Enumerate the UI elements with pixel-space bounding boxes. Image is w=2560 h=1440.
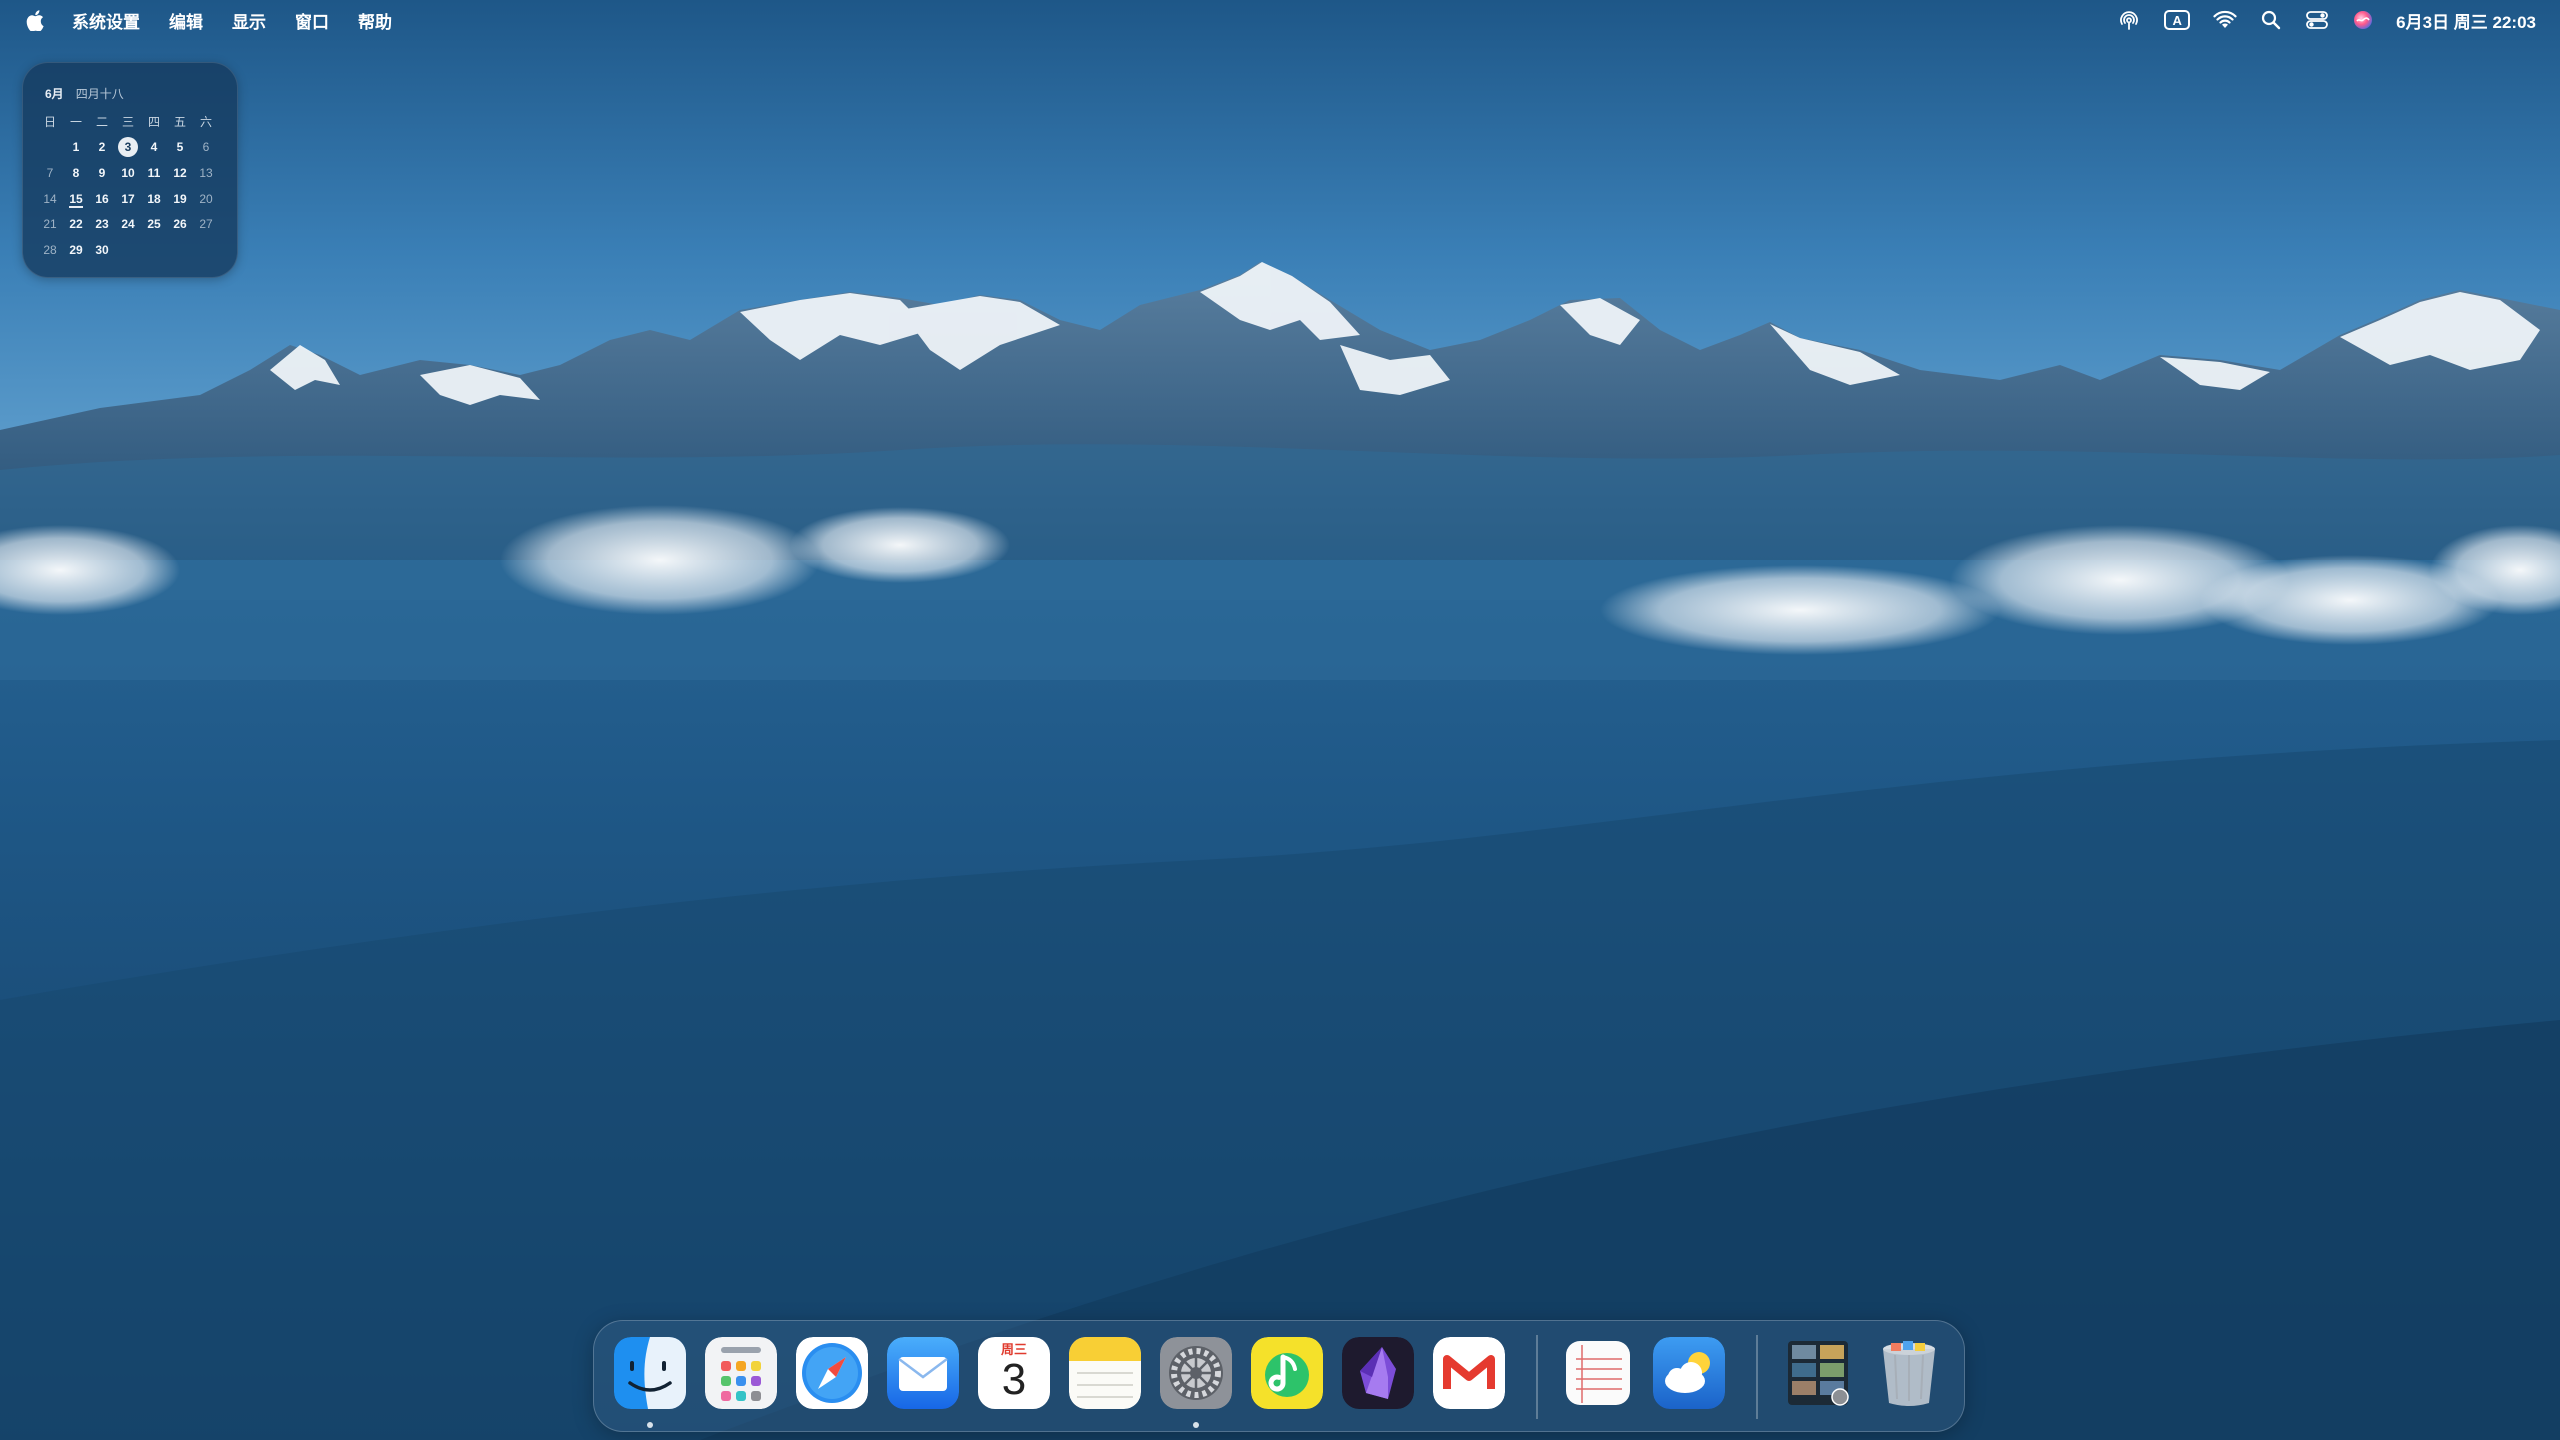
calendar-weekday-row: 日 一 二 三 四 五 六 bbox=[37, 109, 227, 135]
calendar-week-row: 1 2 3 4 5 6 bbox=[37, 135, 227, 161]
wifi-icon[interactable] bbox=[2212, 7, 2238, 33]
mail-icon[interactable] bbox=[887, 1337, 959, 1409]
dock-separator bbox=[1536, 1335, 1538, 1419]
airdrop-icon[interactable] bbox=[2116, 7, 2142, 33]
calendar-week-row: 28 29 30 bbox=[37, 237, 227, 263]
calendar-day-marked: 15 bbox=[63, 191, 89, 208]
menu-window[interactable]: 窗口 bbox=[295, 8, 329, 33]
calendar-day: 18 bbox=[147, 191, 161, 206]
input-method-label: A bbox=[2164, 10, 2191, 30]
calendar-day: 6 bbox=[202, 140, 210, 155]
calendar-day: 4 bbox=[150, 140, 158, 155]
calendar-day: 1 bbox=[72, 140, 80, 155]
control-center-icon[interactable] bbox=[2304, 7, 2330, 33]
input-method-icon[interactable]: A bbox=[2162, 7, 2192, 33]
calendar-day: 7 bbox=[46, 165, 54, 180]
qq-music-icon[interactable] bbox=[1251, 1337, 1323, 1409]
calendar-week-row: 14 15 16 17 18 19 20 bbox=[37, 186, 227, 212]
launchpad-icon[interactable] bbox=[705, 1337, 777, 1409]
calendar-grid: 日 一 二 三 四 五 六 1 2 3 4 5 6 7 8 9 10 11 12… bbox=[37, 109, 227, 263]
running-indicator bbox=[647, 1422, 653, 1428]
calendar-day: 22 bbox=[69, 217, 83, 232]
calendar-icon-day: 3 bbox=[1001, 1355, 1027, 1404]
trash-icon[interactable] bbox=[1873, 1337, 1945, 1409]
menu-help[interactable]: 帮助 bbox=[358, 8, 392, 33]
calendar-day: 27 bbox=[199, 217, 213, 232]
calendar-widget[interactable]: 6月 四月十八 日 一 二 三 四 五 六 1 2 3 4 5 6 7 8 9 … bbox=[22, 62, 238, 278]
calendar-day: 9 bbox=[98, 165, 106, 180]
menubar-clock[interactable]: 6月3日 周三 22:03 bbox=[2396, 8, 2536, 33]
weather-icon[interactable] bbox=[1653, 1337, 1725, 1409]
calendar-day: 29 bbox=[69, 242, 83, 257]
obsidian-icon[interactable] bbox=[1342, 1337, 1414, 1409]
weekday-label: 四 bbox=[147, 115, 160, 130]
running-indicator bbox=[1193, 1422, 1199, 1428]
calendar-day-today: 3 bbox=[115, 137, 141, 158]
calendar-day: 17 bbox=[121, 191, 135, 206]
calendar-day: 15 bbox=[69, 191, 83, 208]
calendar-day: 26 bbox=[173, 217, 187, 232]
finder-icon[interactable] bbox=[614, 1337, 686, 1409]
calendar-week-row: 21 22 23 24 25 26 27 bbox=[37, 211, 227, 237]
menu-bar: 系统设置 编辑 显示 窗口 帮助 A 6月3日 周三 22:03 bbox=[0, 0, 2560, 40]
calendar-day: 8 bbox=[72, 165, 80, 180]
desktop-wallpaper bbox=[0, 0, 2560, 1440]
search-icon[interactable] bbox=[2258, 7, 2284, 33]
today-marker: 3 bbox=[118, 137, 138, 158]
calendar-day: 23 bbox=[95, 217, 109, 232]
safari-icon[interactable] bbox=[796, 1337, 868, 1409]
calendar-day: 16 bbox=[95, 191, 109, 206]
calendar-day: 30 bbox=[95, 242, 109, 257]
notes-icon[interactable] bbox=[1069, 1337, 1141, 1409]
menu-app-name[interactable]: 系统设置 bbox=[72, 8, 140, 33]
siri-icon[interactable] bbox=[2350, 7, 2376, 33]
calendar-week-row: 7 8 9 10 11 12 13 bbox=[37, 160, 227, 186]
calendar-month: 6月 bbox=[45, 87, 64, 101]
calendar-day: 20 bbox=[199, 191, 213, 206]
calendar-day: 10 bbox=[121, 165, 135, 180]
weekday-label: 三 bbox=[121, 115, 134, 130]
calendar-day: 19 bbox=[173, 191, 187, 206]
calendar-day: 5 bbox=[176, 140, 184, 155]
calendar-day: 12 bbox=[173, 165, 187, 180]
dock: 周三 3 bbox=[593, 1320, 1965, 1432]
weekday-label: 日 bbox=[43, 115, 56, 130]
gmail-icon[interactable] bbox=[1433, 1337, 1505, 1409]
calendar-day: 11 bbox=[147, 165, 161, 180]
calendar-day: 28 bbox=[43, 242, 57, 257]
downloads-stack-icon[interactable] bbox=[1782, 1337, 1854, 1409]
weekday-label: 六 bbox=[199, 115, 212, 130]
calendar-day: 14 bbox=[43, 191, 57, 206]
dock-separator bbox=[1756, 1335, 1758, 1419]
calendar-widget-header: 6月 四月十八 bbox=[45, 85, 124, 102]
weekday-label: 二 bbox=[95, 115, 108, 130]
menu-edit[interactable]: 编辑 bbox=[169, 8, 203, 33]
menu-view[interactable]: 显示 bbox=[232, 8, 266, 33]
calendar-lunar-date: 四月十八 bbox=[75, 87, 124, 101]
apple-logo-icon[interactable] bbox=[26, 9, 46, 31]
weekday-label: 一 bbox=[69, 115, 82, 130]
weekday-label: 五 bbox=[173, 115, 186, 130]
system-settings-icon[interactable] bbox=[1160, 1337, 1232, 1409]
calendar-day: 13 bbox=[199, 165, 213, 180]
calendar-day: 25 bbox=[147, 217, 161, 232]
calendar-day: 24 bbox=[121, 217, 135, 232]
calendar-day: 21 bbox=[43, 217, 57, 232]
calendar-icon[interactable]: 周三 3 bbox=[978, 1337, 1050, 1409]
textedit-icon[interactable] bbox=[1562, 1337, 1634, 1409]
calendar-day: 2 bbox=[98, 140, 106, 155]
